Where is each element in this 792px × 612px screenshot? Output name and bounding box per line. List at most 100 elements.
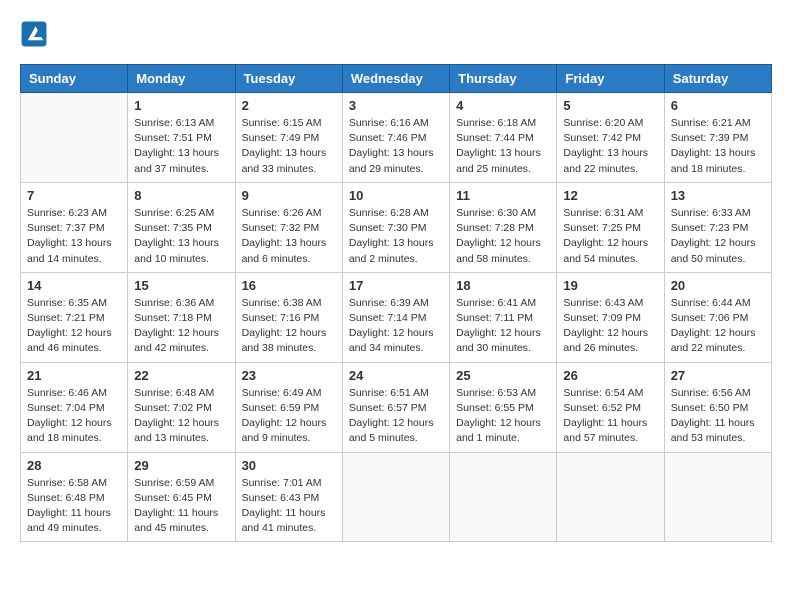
day-cell: 2 Sunrise: 6:15 AM Sunset: 7:49 PM Daylig… (235, 93, 342, 183)
day-cell: 22 Sunrise: 6:48 AM Sunset: 7:02 PM Dayli… (128, 362, 235, 452)
day-cell: 5 Sunrise: 6:20 AM Sunset: 7:42 PM Daylig… (557, 93, 664, 183)
day-cell: 4Sunrise: 6:18 AM Sunset: 7:44 PM Daylig… (450, 93, 557, 183)
day-info: Sunrise: 6:28 AM Sunset: 7:30 PM Dayligh… (349, 206, 443, 267)
day-cell: 1Sunrise: 6:13 AM Sunset: 7:51 PM Daylig… (128, 93, 235, 183)
day-info: Sunrise: 6:36 AM Sunset: 7:18 PM Dayligh… (134, 296, 228, 357)
day-number: 28 (27, 458, 121, 473)
day-number: 29 (134, 458, 228, 473)
day-info: Sunrise: 6:25 AM Sunset: 7:35 PM Dayligh… (134, 206, 228, 267)
day-info: Sunrise: 6:23 AM Sunset: 7:37 PM Dayligh… (27, 206, 121, 267)
day-number: 1 (134, 98, 228, 113)
day-info: Sunrise: 6:31 AM Sunset: 7:25 PM Dayligh… (563, 206, 657, 267)
day-number: 23 (242, 368, 336, 383)
day-info: Sunrise: 6:39 AM Sunset: 7:14 PM Dayligh… (349, 296, 443, 357)
day-info: Sunrise: 6:33 AM Sunset: 7:23 PM Dayligh… (671, 206, 765, 267)
day-info: Sunrise: 6:54 AM Sunset: 6:52 PM Dayligh… (563, 386, 657, 447)
day-number: 11 (456, 188, 550, 203)
day-cell: 26 Sunrise: 6:54 AM Sunset: 6:52 PM Dayli… (557, 362, 664, 452)
day-info: Sunrise: 6:26 AM Sunset: 7:32 PM Dayligh… (242, 206, 336, 267)
day-info: Sunrise: 6:20 AM Sunset: 7:42 PM Dayligh… (563, 116, 657, 177)
day-number: 26 (563, 368, 657, 383)
day-cell (557, 452, 664, 542)
day-cell: 29 Sunrise: 6:59 AM Sunset: 6:45 PM Dayli… (128, 452, 235, 542)
day-number: 14 (27, 278, 121, 293)
day-cell: 18 Sunrise: 6:41 AM Sunset: 7:11 PM Dayli… (450, 272, 557, 362)
logo (20, 20, 52, 48)
day-cell (450, 452, 557, 542)
day-info: Sunrise: 6:53 AM Sunset: 6:55 PM Dayligh… (456, 386, 550, 447)
week-row-4: 21 Sunrise: 6:46 AM Sunset: 7:04 PM Dayli… (21, 362, 772, 452)
day-number: 6 (671, 98, 765, 113)
day-cell: 25 Sunrise: 6:53 AM Sunset: 6:55 PM Dayli… (450, 362, 557, 452)
day-number: 17 (349, 278, 443, 293)
day-cell: 11 Sunrise: 6:30 AM Sunset: 7:28 PM Dayli… (450, 182, 557, 272)
day-cell: 14Sunrise: 6:35 AM Sunset: 7:21 PM Dayli… (21, 272, 128, 362)
day-cell: 10 Sunrise: 6:28 AM Sunset: 7:30 PM Dayli… (342, 182, 449, 272)
calendar-header-row: SundayMondayTuesdayWednesdayThursdayFrid… (21, 65, 772, 93)
calendar: SundayMondayTuesdayWednesdayThursdayFrid… (20, 64, 772, 542)
col-header-wednesday: Wednesday (342, 65, 449, 93)
col-header-tuesday: Tuesday (235, 65, 342, 93)
week-row-1: 1Sunrise: 6:13 AM Sunset: 7:51 PM Daylig… (21, 93, 772, 183)
day-number: 20 (671, 278, 765, 293)
logo-icon (20, 20, 48, 48)
day-number: 9 (242, 188, 336, 203)
day-cell: 24Sunrise: 6:51 AM Sunset: 6:57 PM Dayli… (342, 362, 449, 452)
day-info: Sunrise: 6:58 AM Sunset: 6:48 PM Dayligh… (27, 476, 121, 537)
day-info: Sunrise: 6:59 AM Sunset: 6:45 PM Dayligh… (134, 476, 228, 537)
day-number: 22 (134, 368, 228, 383)
day-info: Sunrise: 6:16 AM Sunset: 7:46 PM Dayligh… (349, 116, 443, 177)
day-cell: 7 Sunrise: 6:23 AM Sunset: 7:37 PM Daylig… (21, 182, 128, 272)
day-cell: 30 Sunrise: 7:01 AM Sunset: 6:43 PM Dayli… (235, 452, 342, 542)
day-info: Sunrise: 6:56 AM Sunset: 6:50 PM Dayligh… (671, 386, 765, 447)
page-header (20, 20, 772, 48)
day-info: Sunrise: 6:30 AM Sunset: 7:28 PM Dayligh… (456, 206, 550, 267)
day-number: 13 (671, 188, 765, 203)
day-cell: 16Sunrise: 6:38 AM Sunset: 7:16 PM Dayli… (235, 272, 342, 362)
day-number: 25 (456, 368, 550, 383)
day-cell: 23Sunrise: 6:49 AM Sunset: 6:59 PM Dayli… (235, 362, 342, 452)
day-number: 8 (134, 188, 228, 203)
day-cell: 9 Sunrise: 6:26 AM Sunset: 7:32 PM Daylig… (235, 182, 342, 272)
day-cell: 21 Sunrise: 6:46 AM Sunset: 7:04 PM Dayli… (21, 362, 128, 452)
day-cell: 19Sunrise: 6:43 AM Sunset: 7:09 PM Dayli… (557, 272, 664, 362)
day-info: Sunrise: 6:15 AM Sunset: 7:49 PM Dayligh… (242, 116, 336, 177)
col-header-monday: Monday (128, 65, 235, 93)
day-cell: 28 Sunrise: 6:58 AM Sunset: 6:48 PM Dayli… (21, 452, 128, 542)
day-number: 15 (134, 278, 228, 293)
col-header-saturday: Saturday (664, 65, 771, 93)
day-number: 16 (242, 278, 336, 293)
day-number: 21 (27, 368, 121, 383)
day-cell: 13 Sunrise: 6:33 AM Sunset: 7:23 PM Dayli… (664, 182, 771, 272)
col-header-thursday: Thursday (450, 65, 557, 93)
day-number: 27 (671, 368, 765, 383)
week-row-3: 14Sunrise: 6:35 AM Sunset: 7:21 PM Dayli… (21, 272, 772, 362)
day-cell: 3Sunrise: 6:16 AM Sunset: 7:46 PM Daylig… (342, 93, 449, 183)
day-info: Sunrise: 6:44 AM Sunset: 7:06 PM Dayligh… (671, 296, 765, 357)
day-info: Sunrise: 6:21 AM Sunset: 7:39 PM Dayligh… (671, 116, 765, 177)
week-row-2: 7 Sunrise: 6:23 AM Sunset: 7:37 PM Daylig… (21, 182, 772, 272)
day-cell: 17 Sunrise: 6:39 AM Sunset: 7:14 PM Dayli… (342, 272, 449, 362)
day-info: Sunrise: 7:01 AM Sunset: 6:43 PM Dayligh… (242, 476, 336, 537)
day-info: Sunrise: 6:41 AM Sunset: 7:11 PM Dayligh… (456, 296, 550, 357)
day-number: 10 (349, 188, 443, 203)
day-info: Sunrise: 6:46 AM Sunset: 7:04 PM Dayligh… (27, 386, 121, 447)
day-cell: 15 Sunrise: 6:36 AM Sunset: 7:18 PM Dayli… (128, 272, 235, 362)
day-info: Sunrise: 6:48 AM Sunset: 7:02 PM Dayligh… (134, 386, 228, 447)
week-row-5: 28 Sunrise: 6:58 AM Sunset: 6:48 PM Dayli… (21, 452, 772, 542)
day-number: 7 (27, 188, 121, 203)
day-cell: 8 Sunrise: 6:25 AM Sunset: 7:35 PM Daylig… (128, 182, 235, 272)
day-cell: 12Sunrise: 6:31 AM Sunset: 7:25 PM Dayli… (557, 182, 664, 272)
col-header-sunday: Sunday (21, 65, 128, 93)
day-cell (342, 452, 449, 542)
day-number: 19 (563, 278, 657, 293)
day-number: 4 (456, 98, 550, 113)
day-cell (664, 452, 771, 542)
day-number: 30 (242, 458, 336, 473)
day-cell: 20 Sunrise: 6:44 AM Sunset: 7:06 PM Dayli… (664, 272, 771, 362)
day-number: 5 (563, 98, 657, 113)
day-number: 2 (242, 98, 336, 113)
day-number: 18 (456, 278, 550, 293)
day-info: Sunrise: 6:51 AM Sunset: 6:57 PM Dayligh… (349, 386, 443, 447)
day-cell: 27 Sunrise: 6:56 AM Sunset: 6:50 PM Dayli… (664, 362, 771, 452)
